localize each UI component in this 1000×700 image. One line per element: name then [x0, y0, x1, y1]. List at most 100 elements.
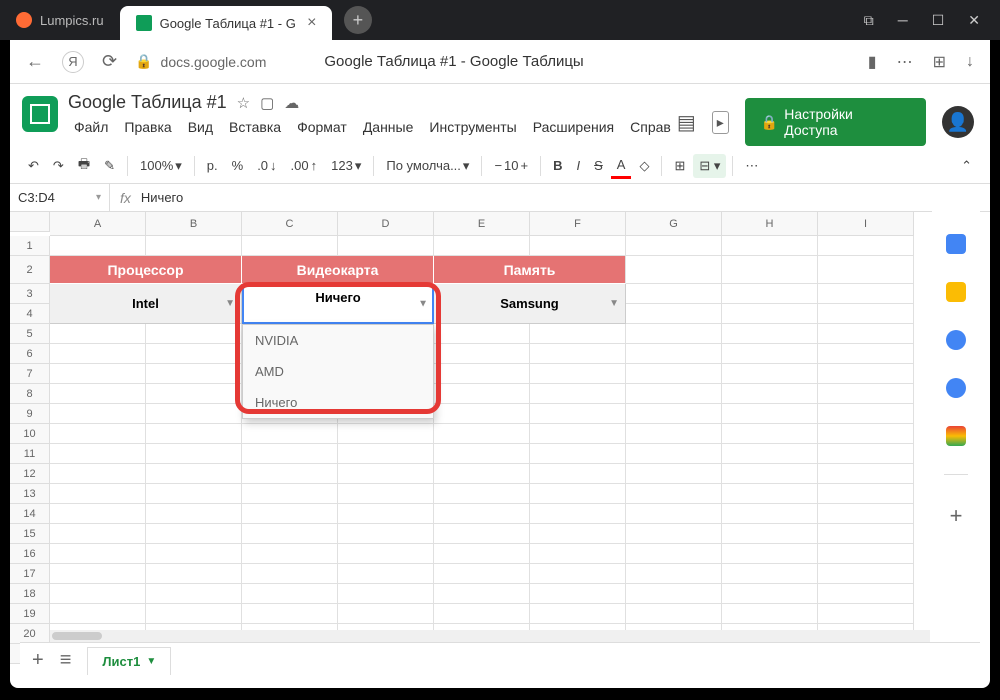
cell[interactable]: [818, 384, 914, 404]
cell[interactable]: [242, 604, 338, 624]
cell[interactable]: [626, 544, 722, 564]
col-header-h[interactable]: H: [722, 212, 818, 236]
row-header[interactable]: 17: [10, 564, 50, 584]
cell[interactable]: [434, 464, 530, 484]
strike-button[interactable]: S: [588, 154, 609, 177]
cell[interactable]: [530, 384, 626, 404]
row-header[interactable]: 20: [10, 624, 50, 644]
cell[interactable]: [50, 524, 146, 544]
cell[interactable]: [626, 364, 722, 384]
row-header[interactable]: 15: [10, 524, 50, 544]
col-header-e[interactable]: E: [434, 212, 530, 236]
cell[interactable]: [626, 256, 722, 284]
header-processor[interactable]: Процессор: [50, 256, 242, 284]
cell[interactable]: [242, 544, 338, 564]
menu-file[interactable]: Файл: [68, 117, 114, 137]
dropdown-processor[interactable]: Intel▼: [50, 284, 242, 324]
cell[interactable]: [338, 424, 434, 444]
sheet-tab[interactable]: Лист1 ▼: [87, 647, 171, 675]
cell[interactable]: [818, 404, 914, 424]
cell[interactable]: [722, 564, 818, 584]
dropdown-option[interactable]: NVIDIA: [243, 325, 433, 356]
cell[interactable]: [146, 344, 242, 364]
tasks-icon[interactable]: [946, 330, 966, 350]
dropdown-videocard-selected[interactable]: Ничего▼: [242, 284, 434, 324]
cell[interactable]: [146, 564, 242, 584]
cell[interactable]: [626, 236, 722, 256]
row-header[interactable]: 11: [10, 444, 50, 464]
cell[interactable]: [146, 364, 242, 384]
cell[interactable]: [818, 324, 914, 344]
cell[interactable]: [242, 564, 338, 584]
cell[interactable]: [338, 604, 434, 624]
cell[interactable]: [338, 544, 434, 564]
share-button[interactable]: 🔒 Настройки Доступа: [745, 98, 926, 146]
cell[interactable]: [434, 384, 530, 404]
calendar-icon[interactable]: [946, 234, 966, 254]
cell[interactable]: [338, 584, 434, 604]
back-icon[interactable]: ←: [26, 51, 44, 72]
cell[interactable]: [530, 236, 626, 256]
header-videocard[interactable]: Видеокарта: [242, 256, 434, 284]
cell[interactable]: [530, 404, 626, 424]
redo-icon[interactable]: ↷: [47, 154, 70, 178]
present-icon[interactable]: ▸: [712, 111, 729, 134]
cell[interactable]: [146, 504, 242, 524]
cell[interactable]: [626, 384, 722, 404]
download-icon[interactable]: ↓: [966, 53, 974, 71]
row-header[interactable]: 6: [10, 344, 50, 364]
contacts-icon[interactable]: [946, 378, 966, 398]
col-header-a[interactable]: A: [50, 212, 146, 236]
cell[interactable]: [146, 324, 242, 344]
row-header[interactable]: 5: [10, 324, 50, 344]
cell[interactable]: [50, 484, 146, 504]
cell[interactable]: [434, 604, 530, 624]
col-header-b[interactable]: B: [146, 212, 242, 236]
cell[interactable]: [338, 564, 434, 584]
menu-insert[interactable]: Вставка: [223, 117, 287, 137]
row-header[interactable]: 10: [10, 424, 50, 444]
text-color-button[interactable]: A: [611, 153, 632, 179]
row-header[interactable]: 16: [10, 544, 50, 564]
cell[interactable]: [50, 564, 146, 584]
cell[interactable]: [818, 236, 914, 256]
row-header[interactable]: 19: [10, 604, 50, 624]
url-display[interactable]: 🔒 docs.google.com: [135, 53, 266, 70]
cell[interactable]: [50, 464, 146, 484]
cell[interactable]: [626, 284, 722, 304]
cell[interactable]: [338, 524, 434, 544]
cell[interactable]: [818, 304, 914, 324]
menu-edit[interactable]: Правка: [118, 117, 177, 137]
col-header-g[interactable]: G: [626, 212, 722, 236]
cell[interactable]: [146, 424, 242, 444]
cell[interactable]: [818, 344, 914, 364]
cell[interactable]: [242, 584, 338, 604]
reload-icon[interactable]: ⟳: [102, 51, 117, 72]
cell[interactable]: [626, 524, 722, 544]
cell[interactable]: [338, 484, 434, 504]
cell[interactable]: [50, 324, 146, 344]
cell[interactable]: [242, 236, 338, 256]
row-header[interactable]: 1: [10, 236, 50, 256]
cell[interactable]: [626, 444, 722, 464]
cell[interactable]: [530, 544, 626, 564]
cell[interactable]: [530, 484, 626, 504]
header-memory[interactable]: Память: [434, 256, 626, 284]
cell[interactable]: [434, 344, 530, 364]
new-tab-button[interactable]: +: [344, 6, 372, 34]
borders-button[interactable]: ⊞: [668, 154, 691, 178]
cell[interactable]: [530, 444, 626, 464]
cell[interactable]: [338, 444, 434, 464]
move-folder-icon[interactable]: ▢: [260, 94, 274, 112]
cell[interactable]: [434, 444, 530, 464]
cell[interactable]: [242, 524, 338, 544]
cell[interactable]: [722, 304, 818, 324]
cell[interactable]: [50, 384, 146, 404]
print-icon[interactable]: 🖶: [72, 151, 96, 181]
cell[interactable]: [530, 504, 626, 524]
cell[interactable]: [818, 444, 914, 464]
cell[interactable]: [338, 464, 434, 484]
browser-tab-active[interactable]: Google Таблица #1 - G ×: [120, 6, 332, 40]
cell[interactable]: [626, 484, 722, 504]
cloud-status-icon[interactable]: ☁: [284, 94, 299, 112]
